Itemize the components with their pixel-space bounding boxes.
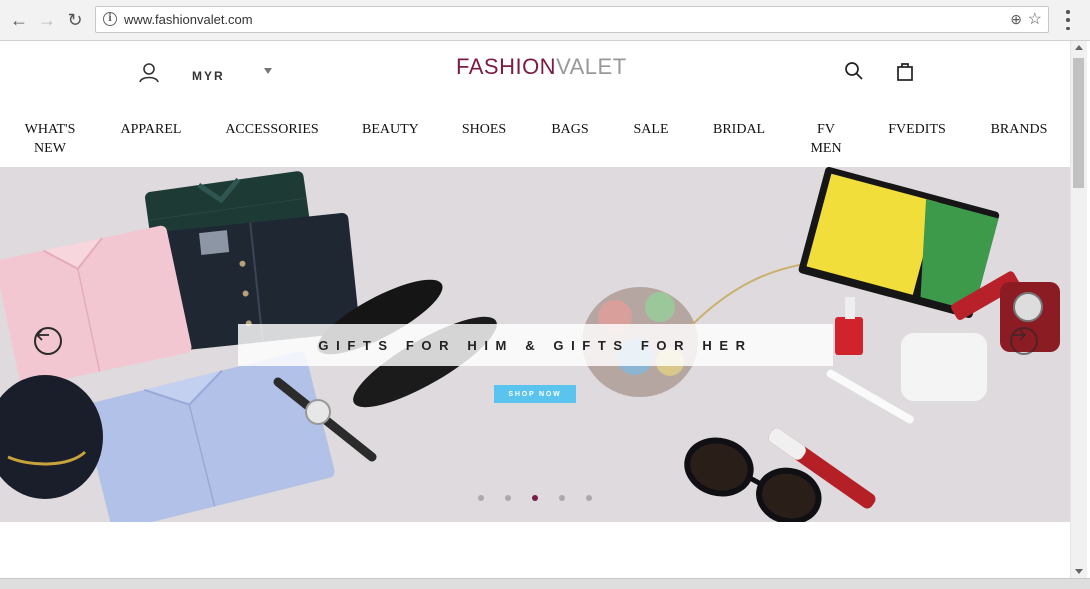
nav-brands[interactable]: BRANDS bbox=[990, 120, 1048, 139]
nav-label: NEW bbox=[34, 141, 66, 156]
taskbar-strip bbox=[0, 578, 1090, 589]
carousel-dot[interactable] bbox=[505, 495, 511, 501]
nav-label: ACCESSORIES bbox=[225, 122, 319, 137]
page-scrollbar[interactable] bbox=[1070, 41, 1087, 578]
search-icon[interactable] bbox=[844, 61, 864, 81]
nav-label: APPAREL bbox=[120, 122, 182, 137]
nav-label: BRANDS bbox=[990, 122, 1048, 137]
nav-shoes[interactable]: SHOES bbox=[460, 120, 508, 139]
nav-label: SALE bbox=[633, 122, 669, 137]
shopping-bag-icon[interactable] bbox=[896, 61, 914, 81]
hero-carousel[interactable]: GIFTS FOR HIM & GIFTS FOR HER SHOP NOW bbox=[0, 167, 1070, 522]
carousel-dot[interactable] bbox=[478, 495, 484, 501]
carousel-prev-button[interactable] bbox=[34, 327, 62, 355]
nav-label: WHAT'S bbox=[24, 122, 76, 137]
nav-beauty[interactable]: BEAUTY bbox=[362, 120, 419, 139]
site-logo[interactable]: FASHIONVALET bbox=[456, 54, 627, 80]
arrow-right-icon bbox=[1013, 329, 1026, 341]
hero-banner-text: GIFTS FOR HIM & GIFTS FOR HER bbox=[318, 337, 753, 353]
currency-selector[interactable]: MYR bbox=[192, 69, 225, 83]
shop-now-button[interactable]: SHOP NOW bbox=[494, 385, 576, 403]
forward-arrow-icon[interactable]: → bbox=[36, 9, 58, 31]
nav-fv-men[interactable]: FV MEN bbox=[806, 120, 846, 158]
nav-label: BAGS bbox=[551, 122, 589, 137]
account-icon[interactable] bbox=[138, 62, 160, 84]
carousel-dot[interactable] bbox=[559, 495, 565, 501]
carousel-dots bbox=[478, 495, 592, 501]
nav-label: FVEDITS bbox=[888, 122, 946, 137]
nav-bags[interactable]: BAGS bbox=[550, 120, 590, 139]
nav-label: SHOES bbox=[461, 122, 507, 137]
zoom-icon[interactable]: ⊕ bbox=[1010, 11, 1022, 28]
back-arrow-icon[interactable]: ← bbox=[8, 9, 30, 31]
scroll-thumb[interactable] bbox=[1073, 58, 1084, 188]
carousel-dot[interactable] bbox=[532, 495, 538, 501]
nav-label: BRIDAL bbox=[713, 122, 766, 137]
chevron-down-icon[interactable] bbox=[264, 68, 272, 74]
nav-apparel[interactable]: APPAREL bbox=[120, 120, 182, 139]
url-text[interactable]: www.fashionvalet.com bbox=[124, 12, 253, 27]
scroll-up-icon[interactable] bbox=[1075, 45, 1083, 50]
info-icon[interactable]: i bbox=[103, 12, 117, 26]
reload-icon[interactable]: ↻ bbox=[64, 9, 86, 31]
nav-label: BEAUTY bbox=[362, 122, 419, 137]
main-navigation: WHAT'S NEW APPAREL ACCESSORIES BEAUTY SHO… bbox=[0, 120, 1070, 168]
logo-valet: VALET bbox=[556, 54, 627, 79]
web-page: MYR FASHIONVALET WHAT'S NEW APPAREL ACCES… bbox=[0, 41, 1070, 578]
bookmark-star-icon[interactable]: ☆ bbox=[1028, 9, 1042, 29]
address-bar[interactable]: i www.fashionvalet.com ⊕ ☆ bbox=[95, 6, 1049, 33]
scroll-down-icon[interactable] bbox=[1075, 569, 1083, 574]
nav-fvedits[interactable]: FVEDITS bbox=[887, 120, 947, 139]
arrow-left-icon bbox=[36, 329, 49, 341]
nav-label: MEN bbox=[810, 141, 842, 156]
nav-sale[interactable]: SALE bbox=[633, 120, 669, 139]
browser-menu-icon[interactable] bbox=[1060, 10, 1076, 30]
nav-whats-new[interactable]: WHAT'S NEW bbox=[24, 120, 76, 158]
carousel-next-button[interactable] bbox=[1010, 327, 1038, 355]
nav-accessories[interactable]: ACCESSORIES bbox=[224, 120, 320, 139]
logo-fashion: FASHION bbox=[456, 54, 557, 79]
nav-bridal[interactable]: BRIDAL bbox=[713, 120, 765, 139]
carousel-dot[interactable] bbox=[586, 495, 592, 501]
browser-toolbar: ← → ↻ i www.fashionvalet.com ⊕ ☆ bbox=[0, 0, 1090, 41]
hero-banner: GIFTS FOR HIM & GIFTS FOR HER bbox=[238, 324, 833, 366]
nav-label: FV bbox=[817, 122, 835, 137]
